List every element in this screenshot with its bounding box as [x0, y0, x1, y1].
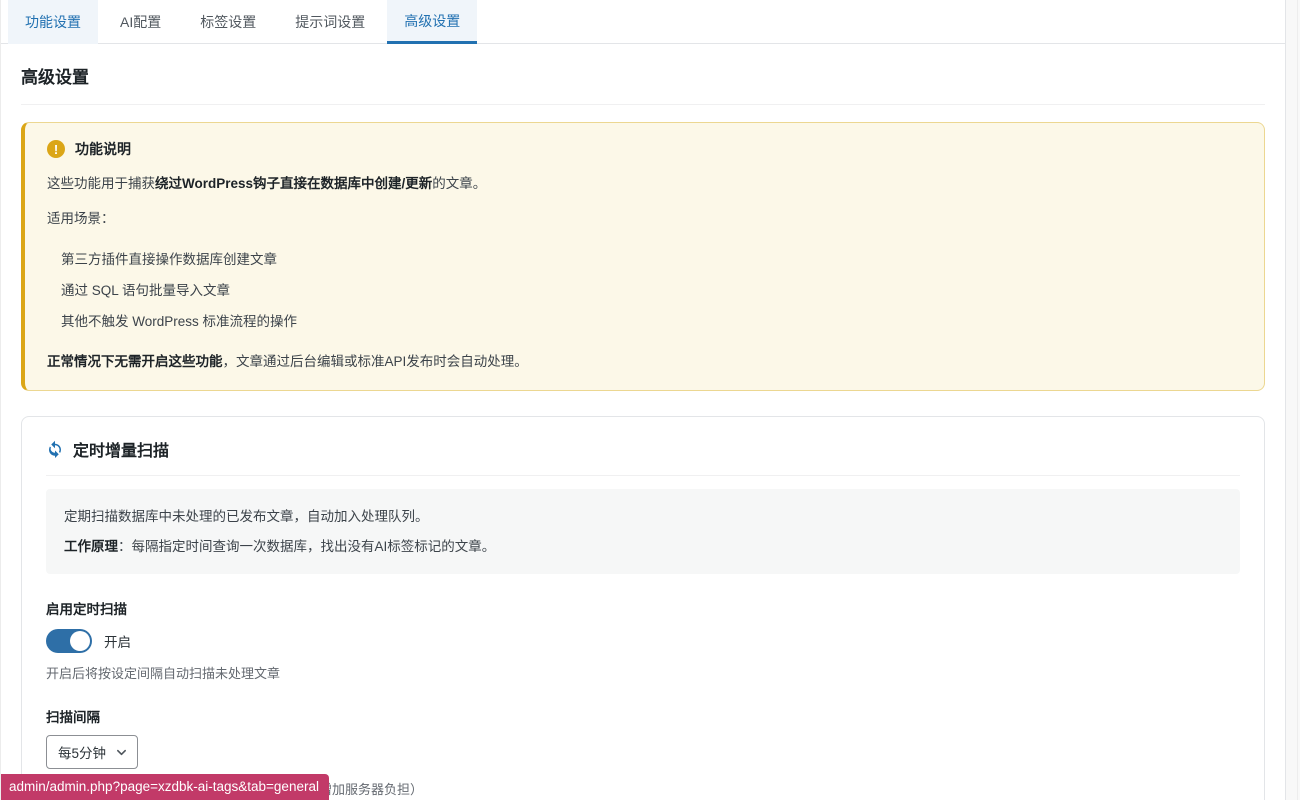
notice-scenarios-label: 适用场景： [47, 209, 1240, 229]
settings-tabbar: 功能设置 AI配置 标签设置 提示词设置 高级设置 [1, 0, 1285, 44]
tab-tag-settings[interactable]: 标签设置 [183, 0, 273, 44]
notice-title: 功能说明 [75, 139, 131, 159]
scheduled-scan-card: 定时增量扫描 定期扫描数据库中未处理的已发布文章，自动加入处理队列。 工作原理：… [21, 416, 1265, 800]
settings-page: 功能设置 AI配置 标签设置 提示词设置 高级设置 高级设置 ! 功能说明 这些… [0, 0, 1285, 800]
link-status-bar: admin/admin.php?page=xzdbk-ai-tags&tab=g… [1, 774, 329, 800]
card-title-row: 定时增量扫描 [46, 437, 1240, 461]
notice-intro: 这些功能用于捕获绕过WordPress钩子直接在数据库中创建/更新的文章。 [47, 174, 1240, 194]
scan-interval-value: 每5分钟 [58, 742, 106, 762]
card-divider [46, 475, 1240, 476]
scenario-item: 第三方插件直接操作数据库创建文章 [61, 244, 1240, 275]
tab-function-settings[interactable]: 功能设置 [8, 0, 98, 44]
chevron-down-icon [116, 747, 127, 758]
tab-panel-advanced: 高级设置 ! 功能说明 这些功能用于捕获绕过WordPress钩子直接在数据库中… [1, 63, 1285, 800]
title-divider [21, 104, 1265, 105]
scenario-item: 通过 SQL 语句批量导入文章 [61, 275, 1240, 306]
scenario-item: 其他不触发 WordPress 标准流程的操作 [61, 306, 1240, 337]
feature-notice: ! 功能说明 这些功能用于捕获绕过WordPress钩子直接在数据库中创建/更新… [21, 122, 1265, 391]
tab-ai-config[interactable]: AI配置 [103, 0, 178, 44]
scenario-list: 第三方插件直接操作数据库创建文章 通过 SQL 语句批量导入文章 其他不触发 W… [47, 244, 1240, 337]
enable-scan-desc: 开启后将按设定间隔自动扫描未处理文章 [46, 663, 1240, 682]
page-title: 高级设置 [21, 63, 1265, 88]
scan-interval-label: 扫描间隔 [46, 706, 1240, 726]
card-title: 定时增量扫描 [73, 437, 169, 461]
toggle-state-text: 开启 [104, 631, 131, 651]
tab-prompt-settings[interactable]: 提示词设置 [278, 0, 382, 44]
scan-interval-select[interactable]: 每5分钟 [46, 735, 138, 769]
scrollbar-divider [1297, 0, 1298, 800]
scan-info-line2: 工作原理：每隔指定时间查询一次数据库，找出没有AI标签标记的文章。 [64, 532, 1222, 562]
scan-info-box: 定期扫描数据库中未处理的已发布文章，自动加入处理队列。 工作原理：每隔指定时间查… [46, 489, 1240, 574]
enable-scan-toggle-row: 开启 [46, 629, 1240, 653]
notice-footer: 正常情况下无需开启这些功能，文章通过后台编辑或标准API发布时会自动处理。 [47, 352, 1240, 372]
scan-info-line1: 定期扫描数据库中未处理的已发布文章，自动加入处理队列。 [64, 502, 1222, 532]
sync-refresh-icon [46, 440, 64, 458]
toggle-knob [70, 631, 90, 651]
warning-icon: ! [47, 140, 65, 158]
enable-scan-toggle[interactable] [46, 629, 92, 653]
enable-scan-label: 启用定时扫描 [46, 598, 1240, 618]
scrollbar-track[interactable] [1285, 0, 1300, 800]
tab-advanced-settings[interactable]: 高级设置 [387, 0, 477, 44]
